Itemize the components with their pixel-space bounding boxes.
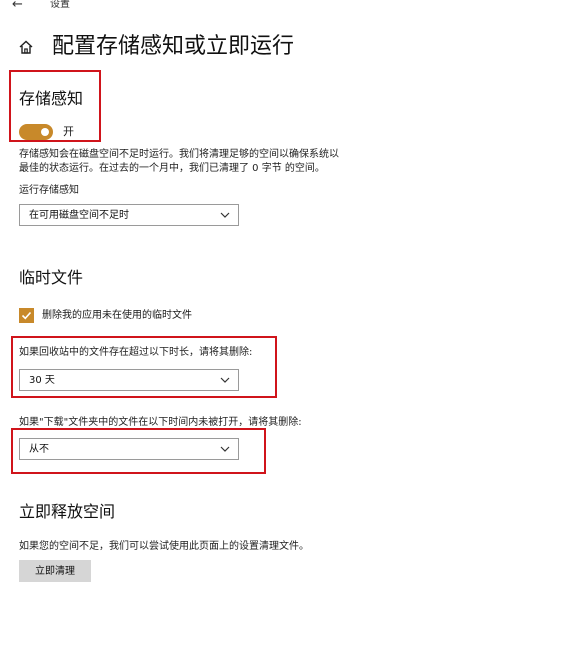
downloads-value: 从不 — [29, 444, 49, 455]
storage-sense-description-line2: 最佳的状态运行。在过去的一个月中，我们已清理了 0 字节 的空间。 — [19, 163, 325, 174]
recycle-bin-dropdown[interactable]: 30 天 — [19, 369, 239, 391]
recycle-bin-label: 如果回收站中的文件存在超过以下时长，请将其删除: — [19, 347, 253, 358]
page-title: 配置存储感知或立即运行 — [52, 34, 295, 59]
storage-sense-description-line1: 存储感知会在磁盘空间不足时运行。我们将清理足够的空间以确保系统以 — [19, 149, 339, 160]
settings-page: ← 设置 配置存储感知或立即运行 存储感知 开 存储感知会在磁盘空间不足时运行。… — [0, 0, 577, 650]
delete-temp-files-label: 删除我的应用未在使用的临时文件 — [42, 310, 192, 321]
window-title: 设置 — [50, 0, 70, 10]
back-button[interactable]: ← — [12, 0, 23, 12]
free-space-description: 如果您的空间不足，我们可以尝试使用此页面上的设置清理文件。 — [19, 541, 309, 552]
toggle-state-label: 开 — [63, 125, 74, 138]
storage-sense-heading: 存储感知 — [19, 89, 84, 108]
chevron-down-icon — [220, 377, 230, 383]
chevron-down-icon — [220, 212, 230, 218]
checkmark-icon — [21, 311, 32, 320]
downloads-dropdown[interactable]: 从不 — [19, 438, 239, 460]
run-storage-sense-value: 在可用磁盘空间不足时 — [29, 210, 129, 221]
temp-files-heading: 临时文件 — [19, 268, 84, 287]
free-space-heading: 立即释放空间 — [19, 502, 116, 521]
recycle-bin-value: 30 天 — [29, 375, 55, 386]
run-storage-sense-label: 运行存储感知 — [19, 185, 79, 196]
storage-sense-toggle[interactable] — [19, 124, 53, 140]
home-icon[interactable] — [18, 39, 34, 55]
run-storage-sense-dropdown[interactable]: 在可用磁盘空间不足时 — [19, 204, 239, 226]
clean-now-button[interactable]: 立即清理 — [19, 560, 91, 582]
chevron-down-icon — [220, 446, 230, 452]
delete-temp-files-checkbox[interactable] — [19, 308, 34, 323]
title-bar: ← 设置 — [0, 0, 577, 14]
downloads-label: 如果"下载"文件夹中的文件在以下时间内未被打开，请将其删除: — [19, 417, 302, 428]
